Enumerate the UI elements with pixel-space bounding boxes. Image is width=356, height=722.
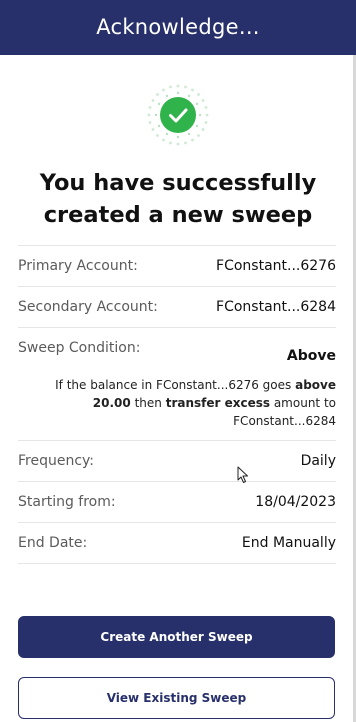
sweep-condition-description: If the balance in FConstant...6276 goes …: [18, 376, 336, 430]
sweep-condition-label: Sweep Condition:: [18, 340, 141, 356]
secondary-account-label: Secondary Account:: [18, 299, 158, 315]
detail-row-primary-account: Primary Account: FConstant...6276: [18, 245, 336, 286]
starting-from-value: 18/04/2023: [255, 494, 336, 510]
end-date-label: End Date:: [18, 535, 88, 551]
success-indicator: [0, 83, 356, 147]
primary-account-label: Primary Account:: [18, 258, 138, 274]
frequency-label: Frequency:: [18, 453, 95, 469]
secondary-account-value: FConstant...6284: [216, 299, 336, 315]
frequency-value: Daily: [300, 453, 336, 469]
detail-row-end-date: End Date: End Manually: [18, 522, 336, 564]
success-check-icon: [147, 84, 209, 146]
view-existing-sweep-button[interactable]: View Existing Sweep: [18, 677, 335, 719]
mouse-cursor-icon: [237, 466, 248, 483]
detail-row-sweep-condition: Sweep Condition: Above If the balance in…: [18, 327, 336, 440]
create-another-sweep-button[interactable]: Create Another Sweep: [18, 616, 335, 658]
sweep-condition-value: Above: [286, 348, 336, 364]
success-headline: You have successfully created a new swee…: [39, 170, 317, 228]
detail-row-starting-from: Starting from: 18/04/2023: [18, 481, 336, 522]
condition-text-2: then: [130, 396, 166, 410]
condition-action: transfer excess: [165, 396, 271, 410]
condition-text-1: If the balance in FConstant...6276 goes: [55, 378, 296, 392]
page-title: Acknowledge...: [96, 15, 260, 39]
sweep-condition-header: Sweep Condition: Above: [18, 340, 336, 364]
top-bar: Acknowledge...: [0, 0, 356, 55]
detail-row-secondary-account: Secondary Account: FConstant...6284: [18, 286, 336, 327]
primary-account-value: FConstant...6276: [216, 258, 336, 274]
detail-row-frequency: Frequency: Daily: [18, 440, 336, 481]
starting-from-label: Starting from:: [18, 494, 116, 510]
sweep-details: Primary Account: FConstant...6276 Second…: [18, 245, 336, 564]
end-date-value: End Manually: [241, 535, 336, 551]
